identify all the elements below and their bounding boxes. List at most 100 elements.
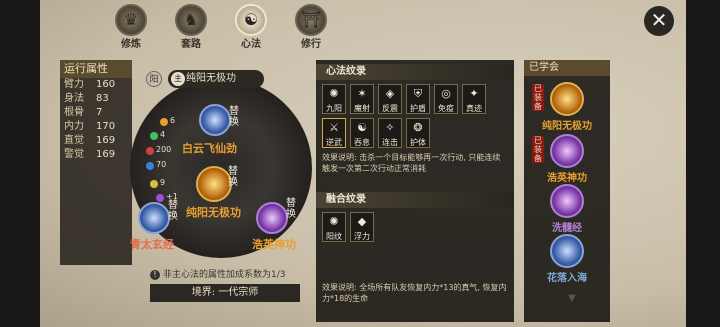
- practice-icon: ⛩: [300, 10, 322, 29]
- attr-key: 内力: [64, 121, 84, 132]
- stat-value: 70: [156, 160, 167, 169]
- skill-node-label: 白云飞仙劲: [182, 142, 237, 155]
- pattern-cell[interactable]: ✧ 连击: [378, 118, 402, 148]
- attr-key: 臂力: [64, 79, 84, 90]
- mental-method-icon: ☯: [243, 10, 259, 29]
- pattern-cell[interactable]: ❂ 护体: [406, 118, 430, 148]
- learned-title: 已学会: [524, 60, 610, 76]
- right-edge: [686, 0, 720, 327]
- swap-button[interactable]: 替换: [168, 200, 180, 222]
- stat-value: 200: [156, 145, 172, 154]
- attr-row: 直觉 169: [60, 134, 132, 148]
- skill-name: 洗髓经: [552, 223, 582, 234]
- skill-node-label: 青太玄经: [130, 238, 174, 251]
- pattern-icon: ✺: [329, 87, 339, 100]
- tab-practice[interactable]: ⛩ 修行: [284, 4, 338, 50]
- routine-icon: ♞: [183, 10, 199, 29]
- bonus-note: ! 非主心法的属性加成系数为1/3: [150, 267, 286, 280]
- swap-button[interactable]: 替换: [228, 166, 240, 188]
- attr-row: 身法 83: [60, 92, 132, 106]
- pattern-name: 阳纹: [326, 232, 342, 241]
- scroll-down-icon[interactable]: ▼: [568, 293, 576, 304]
- yang-toggle[interactable]: 阳: [146, 71, 162, 87]
- close-button[interactable]: ✕: [644, 6, 674, 36]
- pattern-cell[interactable]: ☯ 吞息: [350, 118, 374, 148]
- learned-skill[interactable]: 花落入海: [542, 234, 592, 284]
- game-screen: ♛ 修炼 ♞ 套路 ☯ 心法 ⛩ 修行 ✕ 运行属性 臂力 160 身法 83 根骨…: [0, 0, 720, 327]
- equipped-tag: 已装备: [532, 84, 544, 111]
- pattern-cell[interactable]: ⚔ 逆武: [322, 118, 346, 148]
- learned-skill[interactable]: 洗髓经: [542, 184, 592, 234]
- attributes-title: 运行属性: [60, 60, 132, 78]
- stat-dot: [150, 180, 158, 188]
- skill-name: 纯阳无极功: [542, 121, 592, 132]
- attributes-panel: 运行属性 臂力 160 身法 83 根骨 7 内力 170 直觉 169 警觉 169: [60, 60, 132, 265]
- tab-label: 心法: [241, 39, 261, 50]
- stat-value: 9: [160, 178, 166, 187]
- pattern-icon: ❂: [413, 121, 423, 134]
- equipped-tag: 已装备: [532, 136, 544, 163]
- skill-name: 浩英神功: [547, 173, 587, 184]
- pattern-cell[interactable]: ◈ 反震: [378, 84, 402, 114]
- tab-cultivation[interactable]: ♛ 修炼: [104, 4, 158, 50]
- tab-label: 套路: [181, 39, 201, 50]
- pattern-cell[interactable]: ⛨ 护盾: [406, 84, 430, 114]
- tab-routine[interactable]: ♞ 套路: [164, 4, 218, 50]
- skill-node-left[interactable]: [138, 202, 170, 234]
- swap-button[interactable]: 替换: [229, 106, 241, 128]
- learned-skill[interactable]: 已装备 浩英神功: [532, 134, 592, 184]
- cultivation-icon: ♛: [123, 10, 139, 29]
- attr-value: 170: [96, 121, 116, 132]
- mind-pattern-grid: ✺ 九阳 ✶ 魔射 ◈ 反震 ⛨ 护盾 ◎ 免疫 ✦ 真迹 ⚔ 逆武 ☯ 吞息 ✧ 连击 ❂ 护体: [322, 84, 492, 148]
- pattern-cell[interactable]: ✺ 九阳: [322, 84, 346, 114]
- learned-skill[interactable]: 已装备 纯阳无极功: [532, 82, 592, 132]
- pattern-name: 九阳: [326, 104, 342, 113]
- pattern-name: 反震: [382, 104, 398, 113]
- pattern-name: 魔射: [354, 104, 370, 113]
- pattern-name: 浮力: [354, 232, 370, 241]
- pattern-cell[interactable]: ◎ 免疫: [434, 84, 458, 114]
- fusion-cell[interactable]: ◆ 浮力: [350, 212, 374, 242]
- skill-orb: [550, 184, 584, 218]
- skill-orb: [550, 134, 584, 168]
- skill-node-label: 浩英神功: [252, 238, 296, 251]
- pattern-name: 免疫: [438, 104, 454, 113]
- attr-row: 警觉 169: [60, 148, 132, 162]
- skill-node-top[interactable]: [199, 104, 231, 136]
- fusion-pattern-grid: ✺ 阳纹 ◆ 浮力: [322, 212, 492, 242]
- info-icon: !: [150, 270, 160, 280]
- stat-dot: [156, 194, 164, 202]
- tab-label: 修行: [301, 39, 321, 50]
- pattern-icon: ✺: [329, 215, 339, 228]
- mind-pattern-title: 心法纹录: [316, 64, 514, 80]
- tab-mental-method[interactable]: ☯ 心法: [224, 4, 278, 50]
- attr-row: 内力 170: [60, 120, 132, 134]
- tab-label: 修炼: [121, 39, 141, 50]
- main-tabs: ♛ 修炼 ♞ 套路 ☯ 心法 ⛩ 修行: [104, 4, 338, 50]
- skill-node-right[interactable]: [256, 202, 288, 234]
- pattern-icon: ⛨: [413, 87, 423, 100]
- stat-dot: [146, 147, 154, 155]
- swap-button[interactable]: 替换: [286, 198, 298, 220]
- stat-dot: [146, 162, 154, 170]
- pattern-cell[interactable]: ✦ 真迹: [462, 84, 486, 114]
- skill-orb: [550, 234, 584, 268]
- pattern-name: 吞息: [354, 138, 370, 147]
- pattern-cell[interactable]: ✶ 魔射: [350, 84, 374, 114]
- left-edge: [0, 0, 40, 327]
- attr-key: 身法: [64, 93, 84, 104]
- learned-panel: 已学会 已装备 纯阳无极功 已装备 浩英神功 洗髓经 花落入海: [524, 60, 610, 322]
- pattern-name: 连击: [382, 138, 398, 147]
- pattern-icon: ✶: [357, 87, 367, 100]
- pattern-icon: ◈: [385, 87, 395, 100]
- skill-orb: [550, 82, 584, 116]
- main-method-chip[interactable]: 主 纯阳无极功: [168, 70, 264, 88]
- main-icon: 主: [171, 72, 185, 86]
- stat-dot: [150, 132, 158, 140]
- close-icon: ✕: [650, 8, 668, 32]
- pattern-name: 逆武: [326, 138, 342, 147]
- attr-row: 臂力 160: [60, 78, 132, 92]
- skill-node-center[interactable]: [196, 166, 232, 202]
- fusion-pattern-desc: 效果说明: 全场所有队友恢复内力*13的真气, 恢复内力*18的生命: [322, 283, 507, 303]
- fusion-cell[interactable]: ✺ 阳纹: [322, 212, 346, 242]
